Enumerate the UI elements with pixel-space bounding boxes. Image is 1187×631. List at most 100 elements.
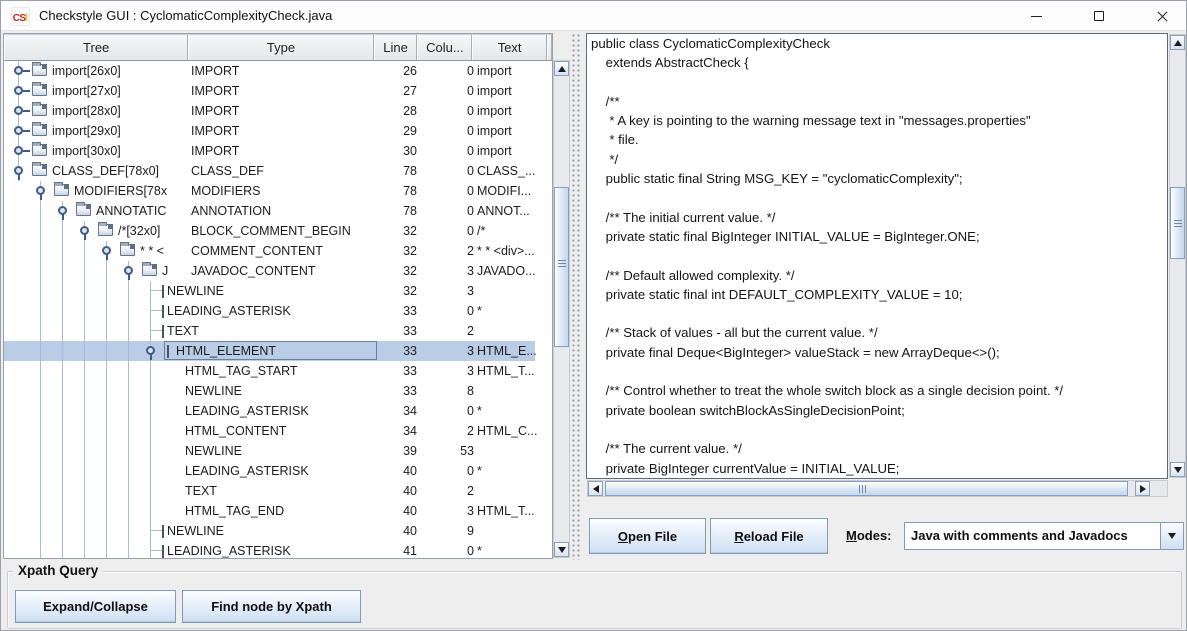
tree-row-html_tag_end[interactable]: HTML_TAG_END403HTML_T... xyxy=(4,501,535,521)
tree-row-newline[interactable]: NEWLINE338 xyxy=(4,381,535,401)
line-number-cell: 78 xyxy=(377,204,417,218)
line-number-cell: 26 xyxy=(377,64,417,78)
code-vertical-scrollbar[interactable] xyxy=(1169,34,1186,478)
tree-row-modifiers[interactable]: MODIFIERS[78xMODIFIERS780MODIFI... xyxy=(4,181,535,201)
find-node-by-xpath-button[interactable]: Find node by Xpath xyxy=(182,590,361,623)
line-number-cell: 41 xyxy=(377,544,417,558)
reload-file-button[interactable]: Reload File xyxy=(710,518,828,554)
column-number-cell: 0 xyxy=(421,124,474,138)
line-number-cell: 78 xyxy=(377,184,417,198)
tree-row-newline[interactable]: NEWLINE323 xyxy=(4,281,535,301)
code-line xyxy=(591,422,1063,441)
node-type-cell: COMMENT_CONTENT xyxy=(191,244,323,258)
tree-row-leading_asterisk[interactable]: LEADING_ASTERISK330* xyxy=(4,301,535,321)
tree-row-import[interactable]: import[27x0]IMPORT270import xyxy=(4,81,535,101)
column-header-type[interactable]: Type xyxy=(188,34,373,60)
tree-row-newline[interactable]: NEWLINE3953 xyxy=(4,441,535,461)
tree-row-newline[interactable]: NEWLINE409 xyxy=(4,521,535,541)
tree-guide-line xyxy=(106,441,107,461)
tree-row-annotation[interactable]: ANNOTATICANNOTATION780ANNOT... xyxy=(4,201,535,221)
scroll-up-button[interactable] xyxy=(1170,35,1185,50)
column-header-line[interactable]: Line xyxy=(374,34,418,60)
tree-row-html_element[interactable]: HTML_ELEMENT333HTML_E... xyxy=(4,341,535,361)
scroll-down-button[interactable] xyxy=(1170,462,1185,477)
tree-row-text[interactable]: TEXT402 xyxy=(4,481,535,501)
code-horizontal-scrollbar[interactable] xyxy=(587,480,1168,497)
node-type-cell: NEWLINE xyxy=(185,384,242,398)
tree-row-leading_asterisk[interactable]: LEADING_ASTERISK340* xyxy=(4,401,535,421)
line-number-cell: 33 xyxy=(377,324,417,338)
tree-row-text[interactable]: TEXT332 xyxy=(4,321,535,341)
tree-guide-line xyxy=(62,461,63,481)
tree-guide-line xyxy=(40,461,41,481)
expand-handle-icon[interactable] xyxy=(14,66,23,75)
tree-row-import[interactable]: import[26x0]IMPORT260import xyxy=(4,61,535,81)
tree-guide-line xyxy=(84,321,85,341)
tree-row-leading_asterisk[interactable]: LEADING_ASTERISK410* xyxy=(4,541,535,558)
tree-row-comment_content[interactable]: * * <COMMENT_CONTENT322* * <div>... xyxy=(4,241,535,261)
tree-row-import[interactable]: import[28x0]IMPORT280import xyxy=(4,101,535,121)
tree-row-leading_asterisk[interactable]: LEADING_ASTERISK400* xyxy=(4,461,535,481)
source-code-panel[interactable]: public class CyclomaticComplexityCheck e… xyxy=(586,33,1168,479)
tree-row-block_comment_begin[interactable]: /*[32x0]BLOCK_COMMENT_BEGIN320/* xyxy=(4,221,535,241)
column-number-cell: 0 xyxy=(421,84,474,98)
tree-row-javadoc_content[interactable]: JJAVADOC_CONTENT323JAVADO... xyxy=(4,261,535,281)
column-header-colu[interactable]: Colu... xyxy=(417,34,472,60)
open-file-button[interactable]: Open File xyxy=(589,518,706,554)
tree-guide-line xyxy=(62,241,63,261)
folder-icon xyxy=(54,184,69,196)
column-number-cell: 0 xyxy=(421,304,474,318)
column-header-text[interactable]: Text xyxy=(472,34,547,60)
scroll-right-button[interactable] xyxy=(1135,481,1150,496)
node-type-cell: LEADING_ASTERISK xyxy=(167,304,291,318)
text-cell: * xyxy=(477,544,482,558)
expand-handle-icon[interactable] xyxy=(14,126,23,135)
expand-collapse-button[interactable]: Expand/Collapse xyxy=(15,590,176,623)
tree-table-vertical-scrollbar[interactable] xyxy=(553,60,570,558)
scrollbar-thumb[interactable] xyxy=(605,481,1128,496)
split-pane-divider[interactable] xyxy=(571,33,582,560)
tree-row-html_content[interactable]: HTML_CONTENT342HTML_C... xyxy=(4,421,535,441)
scroll-up-button[interactable] xyxy=(554,61,569,76)
column-number-cell: 3 xyxy=(421,504,474,518)
close-button[interactable] xyxy=(1139,1,1185,31)
tree-row-import[interactable]: import[30x0]IMPORT300import xyxy=(4,141,535,161)
tree-guide-line xyxy=(62,301,63,321)
title-bar[interactable]: CS! Checkstyle GUI : CyclomaticComplexit… xyxy=(1,1,1186,31)
expand-handle-icon[interactable] xyxy=(14,146,23,155)
tree-guide-line xyxy=(40,241,41,261)
tree-row-import[interactable]: import[29x0]IMPORT290import xyxy=(4,121,535,141)
handle-stem xyxy=(62,214,64,220)
expand-handle-icon[interactable] xyxy=(14,86,23,95)
maximize-button[interactable] xyxy=(1076,1,1122,31)
scrollbar-thumb[interactable] xyxy=(1170,187,1185,259)
tree-guide-line xyxy=(150,301,151,321)
line-number-cell: 32 xyxy=(377,244,417,258)
code-line xyxy=(591,364,1063,383)
thumb-grip-icon xyxy=(558,260,566,268)
node-type-cell: LEADING_ASTERISK xyxy=(185,404,309,418)
scrollbar-thumb[interactable] xyxy=(554,187,569,347)
scroll-left-button[interactable] xyxy=(588,481,603,496)
tree-guide-line xyxy=(62,281,63,301)
expand-handle-icon[interactable] xyxy=(14,106,23,115)
modes-combobox[interactable]: Java with comments and Javadocs xyxy=(904,522,1184,550)
column-header-tree[interactable]: Tree xyxy=(4,34,188,60)
text-cell: * * <div>... xyxy=(477,244,535,258)
tree-guide-line xyxy=(128,401,129,421)
tree-guide-line xyxy=(84,521,85,541)
tree-guide-line xyxy=(106,261,107,281)
xpath-query-title: Xpath Query xyxy=(13,563,103,578)
tree-row-class_def[interactable]: CLASS_DEF[78x0]CLASS_DEF780CLASS_... xyxy=(4,161,535,181)
tree-row-html_tag_start[interactable]: HTML_TAG_START333HTML_T... xyxy=(4,361,535,381)
line-number-cell: 33 xyxy=(377,344,417,358)
minimize-button[interactable] xyxy=(1013,1,1059,31)
combo-dropdown-button[interactable] xyxy=(1160,523,1183,549)
column-number-cell: 2 xyxy=(421,484,474,498)
scroll-down-button[interactable] xyxy=(554,542,569,557)
line-number-cell: 33 xyxy=(377,304,417,318)
folder-icon xyxy=(98,224,113,236)
code-line: private static final BigInteger INITIAL_… xyxy=(591,229,1063,248)
tree-guide-line xyxy=(40,301,41,321)
column-header-filler[interactable] xyxy=(547,34,552,60)
